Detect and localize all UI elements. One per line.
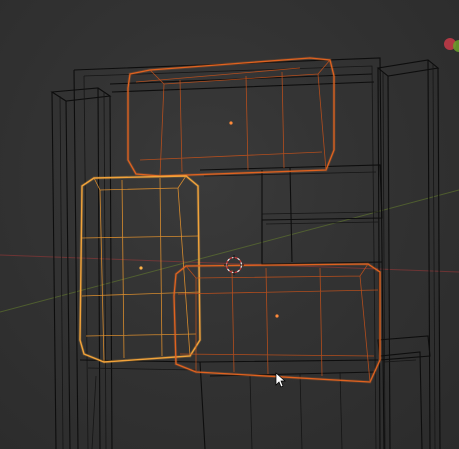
- top-box-outline: [127, 57, 335, 177]
- bottom-right-box-bevel: [185, 263, 371, 383]
- x-axis-line: [0, 254, 459, 273]
- right-ledge: [377, 335, 431, 361]
- bottom-legs: [249, 371, 343, 449]
- top-box-origin-dot: [229, 121, 233, 125]
- back-frame-outline: [73, 57, 385, 449]
- y-axis-line: [0, 189, 459, 313]
- cabinet-frame-wireframe[interactable]: [50, 57, 441, 449]
- bottom-right-box-outline: [173, 263, 381, 383]
- navigation-gizmo-icon[interactable]: [444, 38, 459, 52]
- left-post-top: [50, 87, 112, 102]
- middle-shelf-inner: [203, 171, 381, 225]
- right-post-top: [376, 59, 440, 77]
- right-post-bevel: [382, 63, 436, 449]
- top-box[interactable]: [126, 56, 336, 178]
- left-tall-box-origin-dot: [139, 266, 143, 270]
- middle-divider: [261, 167, 293, 264]
- mouse-pointer-icon: [275, 372, 286, 388]
- viewport-scene[interactable]: [0, 0, 459, 449]
- bottom-right-box[interactable]: [172, 262, 382, 384]
- 3d-viewport[interactable]: [0, 0, 459, 449]
- right-post-edges: [377, 59, 441, 449]
- bottom-right-box-origin-dot: [275, 314, 279, 318]
